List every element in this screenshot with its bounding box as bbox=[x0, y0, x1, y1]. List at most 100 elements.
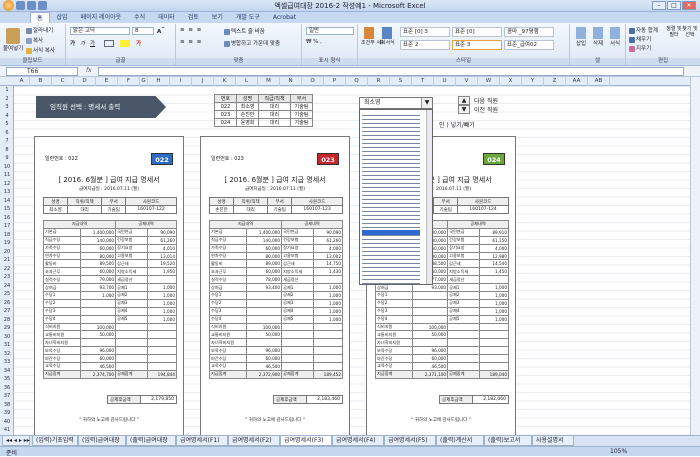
font-name-combo[interactable]: 맑은 고딕 bbox=[70, 27, 130, 35]
column-header[interactable]: AA bbox=[566, 77, 588, 86]
sheet-tab[interactable]: 급여명세서(F4) bbox=[332, 436, 384, 446]
conditional-format-button[interactable]: 조건부 서식 bbox=[361, 27, 386, 46]
column-header[interactable]: U bbox=[434, 77, 456, 86]
row-header[interactable]: 41 bbox=[0, 426, 13, 435]
row-header[interactable]: 34 bbox=[0, 367, 13, 376]
column-header[interactable]: P bbox=[324, 77, 346, 86]
paste-button[interactable]: 붙여넣기 bbox=[3, 28, 23, 52]
dropdown-arrow-icon[interactable]: ▼ bbox=[421, 98, 432, 108]
row-header[interactable]: 30 bbox=[0, 333, 13, 342]
bold-icon[interactable]: 가 bbox=[70, 39, 75, 47]
style-normal-2[interactable]: 표준 2 bbox=[400, 40, 450, 50]
row-header[interactable]: 29 bbox=[0, 324, 13, 333]
cut-button[interactable]: 잘라내기 bbox=[26, 26, 53, 34]
formula-input[interactable] bbox=[98, 67, 684, 76]
column-header[interactable]: AB bbox=[588, 77, 610, 86]
sheet-nav-icon[interactable]: ◂◂ ◂ ▸ ▸▸ bbox=[2, 436, 30, 446]
column-header[interactable]: C bbox=[52, 77, 74, 86]
copy-button[interactable]: 복사 bbox=[26, 36, 43, 44]
row-header[interactable]: 18 bbox=[0, 231, 13, 240]
merge-center-button[interactable]: 병합하고 가운데 맞춤 bbox=[224, 39, 280, 47]
list-selected-item[interactable] bbox=[362, 230, 420, 235]
row-header[interactable]: 40 bbox=[0, 418, 13, 427]
column-header[interactable]: R bbox=[368, 77, 390, 86]
sheet-tab[interactable]: 급여명세서(F2) bbox=[228, 436, 280, 446]
row-header[interactable]: 1 bbox=[0, 86, 13, 95]
row-header[interactable]: 16 bbox=[0, 214, 13, 223]
close-button[interactable]: ✕ bbox=[682, 1, 696, 10]
row-header[interactable]: 19 bbox=[0, 239, 13, 248]
row-header[interactable]: 23 bbox=[0, 273, 13, 282]
column-header[interactable]: J bbox=[192, 77, 214, 86]
find-select-button[interactable]: 찾기 및 선택 bbox=[682, 26, 698, 38]
column-header[interactable]: N bbox=[280, 77, 302, 86]
column-header[interactable]: T bbox=[412, 77, 434, 86]
sheet-tab[interactable]: (입력)급여대장 bbox=[78, 436, 126, 446]
row-header[interactable]: 31 bbox=[0, 341, 13, 350]
sheet-tab[interactable]: (출력)계산서 bbox=[436, 436, 484, 446]
minimize-button[interactable]: – bbox=[652, 1, 666, 10]
autosum-button[interactable]: 자동 합계 bbox=[629, 26, 658, 34]
tab-insert[interactable]: 삽입 bbox=[51, 12, 74, 23]
row-header[interactable]: 39 bbox=[0, 409, 13, 418]
row-header[interactable]: 13 bbox=[0, 188, 13, 197]
tab-home[interactable]: 홈 bbox=[30, 12, 50, 23]
tab-acrobat[interactable]: Acrobat bbox=[267, 12, 302, 23]
column-header[interactable]: K bbox=[214, 77, 236, 86]
column-header[interactable]: O bbox=[302, 77, 324, 86]
row-header[interactable]: 24 bbox=[0, 282, 13, 291]
row-header[interactable]: 38 bbox=[0, 401, 13, 410]
underline-icon[interactable]: 가 bbox=[90, 39, 95, 47]
row-header[interactable]: 4 bbox=[0, 112, 13, 121]
row-header[interactable]: 22 bbox=[0, 265, 13, 274]
column-header[interactable]: V bbox=[456, 77, 478, 86]
row-header[interactable]: 15 bbox=[0, 205, 13, 214]
fx-icon[interactable]: fx bbox=[86, 67, 92, 74]
row-header[interactable]: 10 bbox=[0, 163, 13, 172]
row-header[interactable]: 27 bbox=[0, 307, 13, 316]
row-header[interactable]: 20 bbox=[0, 248, 13, 257]
next-employee-button[interactable]: ▲ bbox=[458, 96, 470, 105]
column-header[interactable]: X bbox=[500, 77, 522, 86]
grow-font-icon[interactable]: A^ bbox=[157, 27, 165, 35]
maximize-button[interactable]: □ bbox=[667, 1, 681, 10]
sheet-tab[interactable]: 급여명세서(F3) bbox=[280, 436, 332, 446]
fill-color-icon[interactable] bbox=[120, 40, 130, 47]
column-header[interactable]: E bbox=[96, 77, 118, 86]
align-left-icon[interactable]: ≡ ≡ ≡ bbox=[180, 39, 202, 45]
row-header[interactable]: 36 bbox=[0, 384, 13, 393]
row-header[interactable]: 11 bbox=[0, 171, 13, 180]
zoom-level[interactable]: 105% bbox=[610, 448, 627, 455]
row-header[interactable]: 32 bbox=[0, 350, 13, 359]
tab-developer[interactable]: 개발 도구 bbox=[230, 12, 266, 23]
column-header[interactable]: H bbox=[148, 77, 170, 86]
table-row[interactable]: 022 최소영 대리 기술팀 bbox=[214, 102, 313, 111]
row-header[interactable]: 25 bbox=[0, 290, 13, 299]
column-header[interactable]: Q bbox=[346, 77, 368, 86]
delete-cells-button[interactable]: 삭제 bbox=[590, 27, 606, 47]
clear-button[interactable]: 지우기 bbox=[629, 44, 651, 52]
row-header[interactable]: 2 bbox=[0, 95, 13, 104]
tab-page-layout[interactable]: 페이지 레이아웃 bbox=[75, 12, 128, 23]
name-box[interactable]: T66 bbox=[6, 67, 78, 76]
row-header[interactable]: 14 bbox=[0, 197, 13, 206]
employee-list[interactable] bbox=[359, 109, 433, 285]
row-header[interactable]: 6 bbox=[0, 129, 13, 138]
row-header[interactable]: 9 bbox=[0, 154, 13, 163]
style-normal-0[interactable]: 표준 [0] bbox=[452, 27, 502, 37]
column-header[interactable]: Z bbox=[544, 77, 566, 86]
font-size-combo[interactable]: 8 bbox=[132, 27, 154, 35]
column-header[interactable]: Y bbox=[522, 77, 544, 86]
column-header[interactable]: B bbox=[30, 77, 52, 86]
row-header[interactable]: 12 bbox=[0, 180, 13, 189]
currency-icon[interactable]: ₩ % , bbox=[306, 39, 322, 45]
italic-icon[interactable]: 가 bbox=[80, 39, 85, 47]
list-items[interactable] bbox=[362, 112, 420, 284]
tab-review[interactable]: 검토 bbox=[182, 12, 205, 23]
column-header[interactable]: L bbox=[236, 77, 258, 86]
sheet-tab[interactable]: (입력)기초입력 bbox=[32, 436, 78, 446]
format-cells-button[interactable]: 서식 bbox=[607, 27, 623, 47]
insert-cells-button[interactable]: 삽입 bbox=[573, 27, 589, 47]
column-header[interactable]: F bbox=[118, 77, 140, 86]
number-format-combo[interactable]: 일반 bbox=[306, 27, 354, 35]
